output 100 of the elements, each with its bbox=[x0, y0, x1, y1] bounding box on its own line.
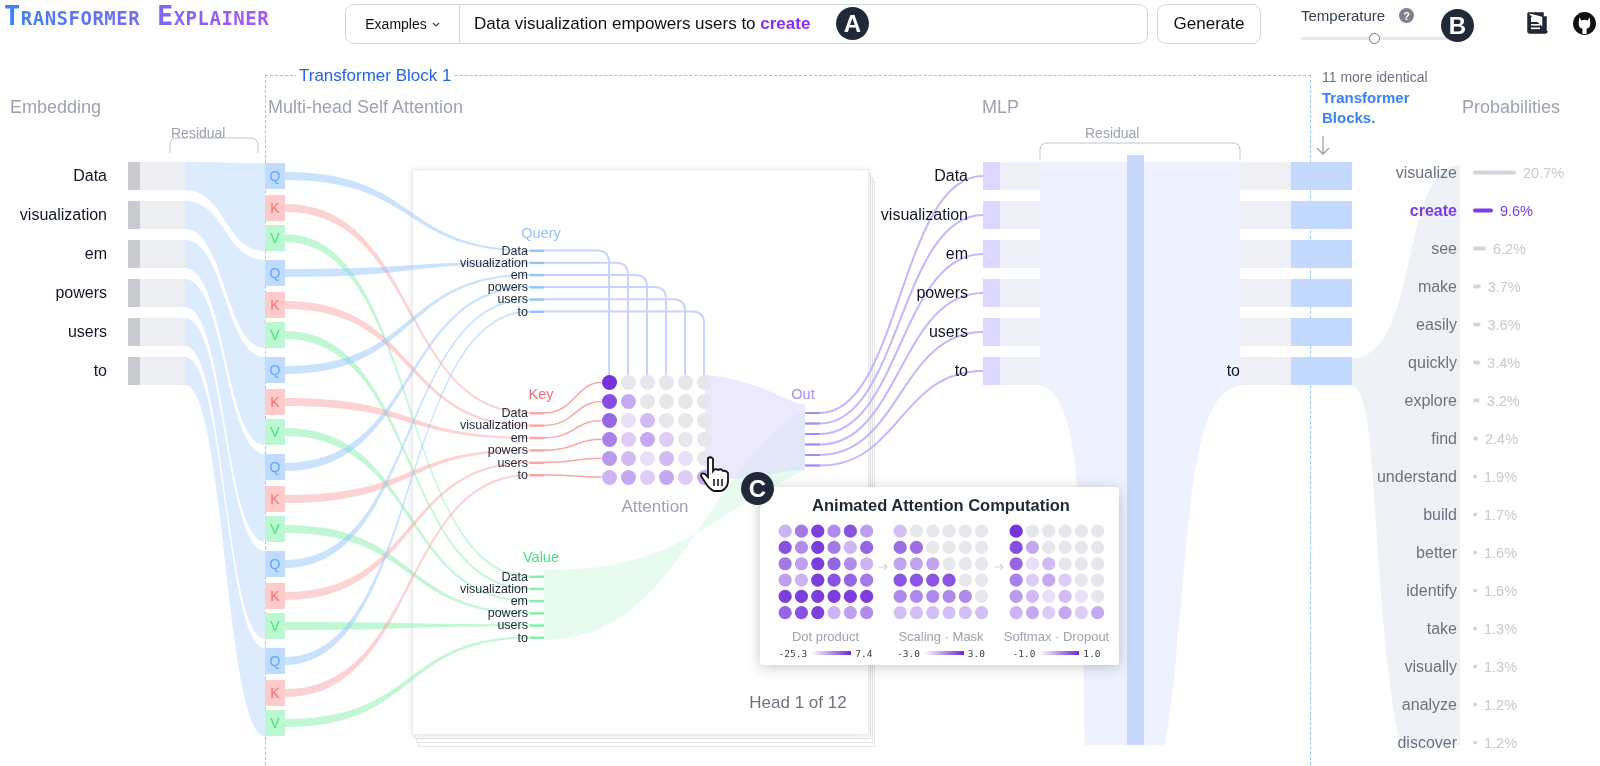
scale-max: 7.4 bbox=[855, 647, 873, 659]
qkv-label: Q bbox=[269, 652, 281, 671]
token-label[interactable]: understand bbox=[1376, 466, 1457, 487]
mlp-vector bbox=[983, 318, 1040, 346]
attention-label: Attention bbox=[621, 497, 689, 517]
probability-bar bbox=[1473, 398, 1480, 403]
stage-label: Softmax · Dropout bbox=[1003, 628, 1110, 644]
qkv-label: K bbox=[270, 296, 280, 315]
color-scale bbox=[1039, 651, 1080, 656]
token-label[interactable]: take bbox=[1426, 618, 1457, 639]
scale-min: -1.0 bbox=[1012, 647, 1036, 659]
color-scale bbox=[923, 651, 964, 656]
token-label[interactable]: find bbox=[1431, 428, 1457, 449]
vector-mark bbox=[530, 474, 544, 477]
examples-dropdown[interactable]: Examples bbox=[346, 5, 460, 43]
qkv-vector bbox=[265, 613, 285, 639]
token-label: users bbox=[497, 293, 528, 306]
vector-mark bbox=[530, 636, 544, 639]
token-label: to bbox=[517, 305, 528, 318]
token-label: powers bbox=[55, 283, 107, 303]
embedding-vector bbox=[128, 357, 185, 385]
prompt-input[interactable]: Data visualization empowers users to create bbox=[460, 5, 815, 43]
help-icon[interactable]: ? bbox=[1399, 8, 1414, 23]
vector-mark bbox=[530, 575, 544, 578]
probability-bar bbox=[1473, 360, 1481, 365]
probability-value: 1.6% bbox=[1484, 581, 1518, 601]
qkv-label: V bbox=[270, 520, 280, 539]
vector-mark bbox=[530, 424, 544, 427]
blocks-link[interactable]: Transformer Blocks. bbox=[1322, 88, 1422, 128]
qkv-vector bbox=[265, 389, 285, 415]
arrow-icon bbox=[878, 563, 889, 571]
probability-value: 3.2% bbox=[1486, 391, 1520, 411]
qkv-label: V bbox=[270, 714, 280, 733]
probability-value: 3.7% bbox=[1487, 277, 1521, 297]
token-label[interactable]: quickly bbox=[1408, 352, 1457, 373]
probability-bar bbox=[1473, 626, 1477, 631]
token-label: Data bbox=[934, 166, 968, 186]
vector-mark bbox=[530, 249, 544, 252]
token-label[interactable]: build bbox=[1423, 504, 1457, 525]
scale-min: -25.3 bbox=[778, 647, 808, 659]
vector-mark bbox=[530, 587, 544, 591]
annotation-badge: B bbox=[1441, 9, 1474, 42]
popup-title: Animated Attention Computation bbox=[812, 495, 1070, 515]
token-label[interactable]: make bbox=[1417, 276, 1457, 297]
connection-line bbox=[543, 457, 603, 464]
vector-mark bbox=[530, 412, 544, 415]
probability-value: 2.4% bbox=[1485, 429, 1519, 449]
token-label: users bbox=[928, 322, 968, 342]
probability-bar bbox=[1473, 436, 1478, 441]
token-label[interactable]: create bbox=[1409, 200, 1457, 221]
head-counter: Head 1 of 12 bbox=[749, 693, 847, 713]
temperature-label: Temperature bbox=[1301, 7, 1386, 24]
out-label: Out bbox=[791, 385, 815, 404]
cat-silhouette-icon[interactable] bbox=[1572, 11, 1597, 36]
section-title: Multi-head Self Attention bbox=[268, 97, 464, 117]
qkv-vector bbox=[265, 322, 285, 348]
probability-value: 6.2% bbox=[1492, 239, 1526, 259]
token-label: em bbox=[84, 244, 107, 264]
probability-value: 1.3% bbox=[1484, 657, 1518, 677]
token-label[interactable]: easily bbox=[1416, 314, 1457, 335]
probability-bar bbox=[1473, 588, 1477, 593]
color-scale bbox=[811, 651, 852, 656]
embedding-vector bbox=[128, 318, 185, 346]
qkv-label: V bbox=[270, 423, 280, 442]
vector-mark bbox=[530, 461, 544, 465]
token-label[interactable]: see bbox=[1431, 238, 1457, 259]
qkv-vector bbox=[265, 516, 285, 542]
document-icon[interactable] bbox=[1526, 11, 1548, 35]
probability-bar bbox=[1473, 702, 1477, 707]
qkv-vector bbox=[265, 292, 285, 318]
generate-button[interactable]: Generate bbox=[1157, 4, 1261, 44]
token-label[interactable]: identify bbox=[1406, 580, 1457, 601]
vector-mark bbox=[530, 310, 544, 313]
scale-max: 3.0 bbox=[967, 647, 986, 659]
token-label[interactable]: better bbox=[1416, 542, 1457, 563]
qkv-label: Q bbox=[269, 555, 281, 574]
qkv-vector bbox=[265, 225, 285, 251]
section-title: Probabilities bbox=[1462, 97, 1561, 117]
token-label[interactable]: visually bbox=[1404, 656, 1457, 677]
token-label[interactable]: analyze bbox=[1401, 694, 1457, 715]
vector-mark bbox=[530, 624, 544, 627]
qkv-vector bbox=[265, 680, 285, 706]
residual-label: Residual bbox=[1085, 124, 1140, 143]
qkv-vector bbox=[265, 419, 285, 445]
token-label[interactable]: discover bbox=[1397, 732, 1457, 753]
section-title: Embedding bbox=[10, 97, 102, 117]
probability-bar bbox=[1473, 170, 1517, 175]
mlp-vector bbox=[983, 357, 1040, 385]
vector-mark bbox=[530, 273, 544, 277]
token-label: em bbox=[945, 244, 968, 264]
token-label[interactable]: explore bbox=[1404, 390, 1457, 411]
qkv-label: V bbox=[270, 617, 280, 636]
vector-mark bbox=[530, 261, 544, 265]
qkv-vector bbox=[265, 195, 285, 221]
probability-value: 1.9% bbox=[1484, 467, 1518, 487]
probability-value: 9.6% bbox=[1499, 201, 1533, 221]
token-label[interactable]: visualize bbox=[1395, 162, 1457, 183]
token-label: powers bbox=[487, 281, 528, 294]
probability-value: 20.7% bbox=[1523, 163, 1565, 183]
slider-thumb[interactable] bbox=[1369, 33, 1380, 44]
